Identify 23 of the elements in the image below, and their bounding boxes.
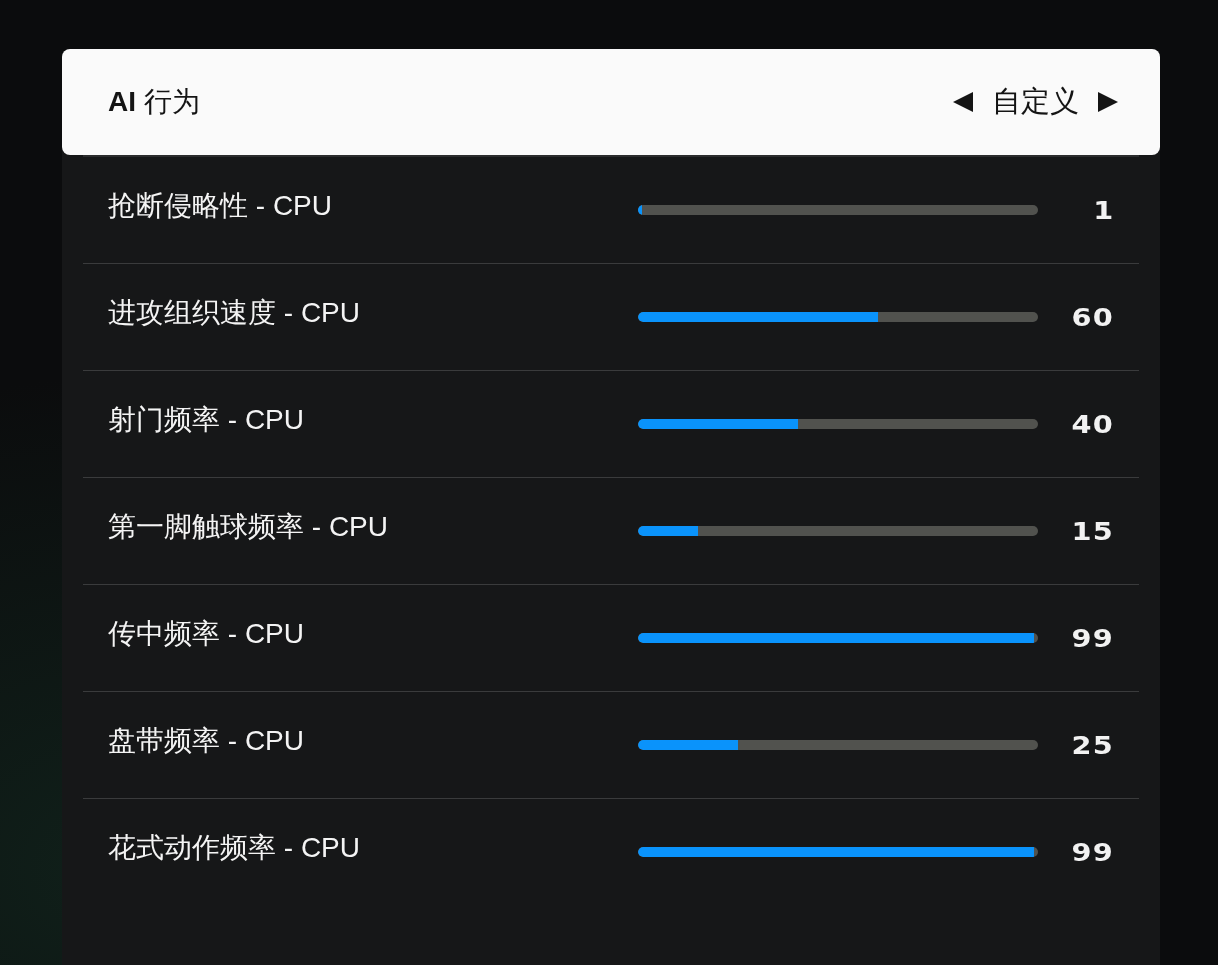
slider-track[interactable] <box>638 740 1038 750</box>
setting-label: 花式动作频率 - CPU <box>108 831 360 865</box>
value-label: 1 <box>1092 195 1114 225</box>
value-label: 99 <box>1071 623 1114 653</box>
section-title: AI 行为 <box>108 85 200 119</box>
value-label: 25 <box>1071 730 1114 760</box>
slider-track[interactable] <box>638 312 1038 322</box>
setting-label: 进攻组织速度 - CPU <box>108 296 360 330</box>
slider-track[interactable] <box>638 205 1038 215</box>
setting-label: 抢断侵略性 - CPU <box>108 189 332 223</box>
value-label: 99 <box>1071 837 1114 867</box>
setting-label: 传中频率 - CPU <box>108 617 304 651</box>
right-triangle-icon[interactable] <box>1098 92 1118 112</box>
option-value: 自定义 <box>992 84 1079 119</box>
slider-track[interactable] <box>638 526 1038 536</box>
setting-label: 射门频率 - CPU <box>108 403 304 437</box>
slider-track[interactable] <box>638 419 1038 429</box>
setting-label: 盘带频率 - CPU <box>108 724 304 758</box>
value-label: 60 <box>1071 302 1114 332</box>
value-label: 15 <box>1071 516 1114 546</box>
value-label: 40 <box>1071 409 1114 439</box>
setting-label: 第一脚触球频率 - CPU <box>108 510 388 544</box>
left-triangle-icon[interactable] <box>953 92 973 112</box>
